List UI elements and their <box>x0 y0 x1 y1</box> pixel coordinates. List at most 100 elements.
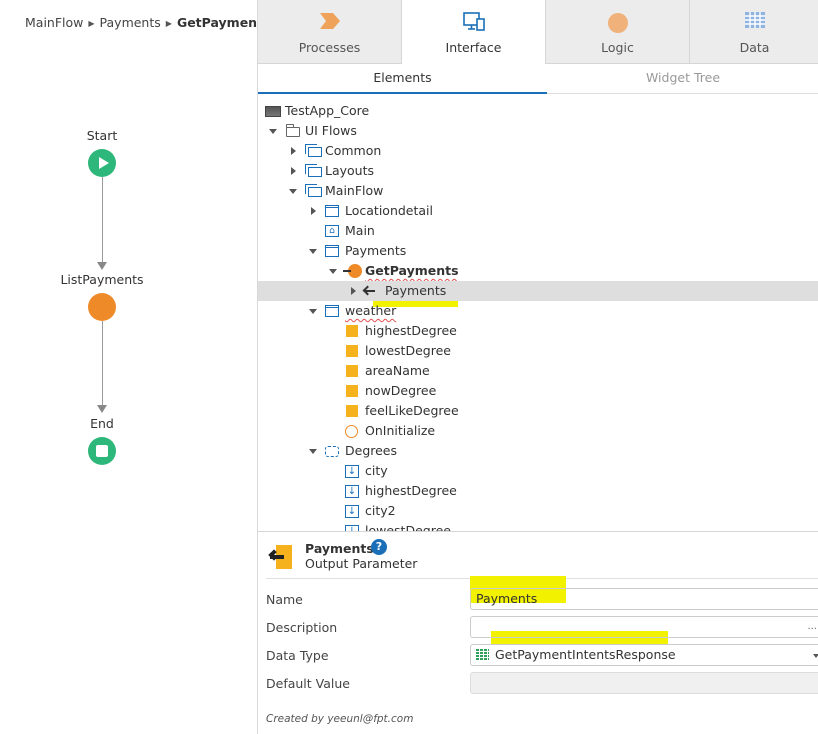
tree-item-getpayments[interactable]: GetPayments <box>258 261 818 281</box>
tree-item-ui-flows[interactable]: UI Flows <box>258 121 818 141</box>
tree-item-layouts[interactable]: Layouts <box>258 161 818 181</box>
tree-item-main[interactable]: ⌂ Main <box>258 221 818 241</box>
chevron-down-icon <box>813 654 818 658</box>
screen-icon <box>325 305 339 317</box>
tree-item-attribute[interactable]: ↓ highestDegree <box>258 481 818 501</box>
tab-interface[interactable]: Interface <box>402 0 546 65</box>
tree-item-common[interactable]: Common <box>258 141 818 161</box>
tree-item-label: GetPayments <box>365 263 459 278</box>
action-node-label: ListPayments <box>60 272 144 287</box>
breadcrumb-item-mainflow[interactable]: MainFlow <box>25 15 83 30</box>
attribute-icon: ↓ <box>345 465 359 478</box>
folder-icon <box>286 124 300 137</box>
collapse-arrow-icon[interactable] <box>348 281 358 301</box>
expand-arrow-icon[interactable] <box>268 121 278 141</box>
local-variable-icon <box>346 325 358 337</box>
service-studio-panel: Processes Interface Logic Data Elements … <box>257 0 818 734</box>
tab-logic[interactable]: Logic <box>546 0 690 64</box>
breadcrumb-separator-icon: ▶ <box>165 19 172 28</box>
tree-item-label: Payments <box>385 283 447 298</box>
tree-item-label: lowestDegree <box>365 343 451 358</box>
help-icon[interactable]: ? <box>371 539 387 555</box>
logic-circle-icon <box>607 13 628 33</box>
expand-arrow-icon[interactable] <box>308 241 318 261</box>
data-grid-icon <box>744 12 765 28</box>
expand-arrow-icon[interactable] <box>328 261 338 281</box>
expand-arrow-icon[interactable] <box>308 441 318 461</box>
output-parameter-icon <box>364 284 378 298</box>
data-type-select[interactable]: GetPaymentIntentsResponse <box>470 644 818 666</box>
name-field[interactable]: Payments <box>470 588 818 610</box>
output-parameter-icon <box>268 545 292 569</box>
properties-subtitle: Output Parameter <box>305 556 418 571</box>
tab-processes[interactable]: Processes <box>258 0 402 64</box>
tree-item-oninitialize[interactable]: OnInitialize <box>258 421 818 441</box>
tree-item-app[interactable]: TestApp_Core <box>258 101 818 121</box>
arrow-down-icon <box>97 405 107 413</box>
tree-item-variable[interactable]: feelLikeDegree <box>258 401 818 421</box>
screen-icon <box>325 205 339 217</box>
tree-item-label: weather <box>345 303 397 318</box>
tree-item-label: Main <box>345 223 375 238</box>
server-action-node-icon[interactable] <box>88 293 116 321</box>
expand-arrow-icon[interactable] <box>308 301 318 321</box>
tree-item-label: MainFlow <box>325 183 384 198</box>
tree-item-weather[interactable]: weather <box>258 301 818 321</box>
tree-item-label: Degrees <box>345 443 398 458</box>
tree-item-degrees[interactable]: Degrees <box>258 441 818 461</box>
expand-arrow-icon[interactable] <box>288 181 298 201</box>
description-field[interactable]: ... <box>470 616 818 638</box>
subtab-widget-tree[interactable]: Widget Tree <box>547 64 818 94</box>
breadcrumb-item-payments[interactable]: Payments <box>100 15 161 30</box>
ui-flow-icon <box>305 164 322 177</box>
tab-label: Data <box>739 40 770 55</box>
end-node-label: End <box>90 416 114 431</box>
tree-item-variable[interactable]: nowDegree <box>258 381 818 401</box>
data-type-label: Data Type <box>266 648 329 663</box>
processes-chevron-icon <box>319 13 340 29</box>
tree-item-payments-screen[interactable]: Payments <box>258 241 818 261</box>
tree-item-attribute[interactable]: ↓ city <box>258 461 818 481</box>
description-label: Description <box>266 620 338 635</box>
more-options-icon[interactable]: ... <box>807 617 817 637</box>
attribute-icon: ↓ <box>345 485 359 498</box>
tree-item-attribute[interactable]: ↓ city2 <box>258 501 818 521</box>
elements-tree[interactable]: TestApp_Core UI Flows Common Layouts Mai… <box>258 101 818 531</box>
tab-data[interactable]: Data <box>690 0 818 64</box>
tree-item-label: Locationdetail <box>345 203 434 218</box>
start-node-icon[interactable] <box>88 149 116 177</box>
start-node-label: Start <box>86 128 118 143</box>
ui-flow-icon <box>305 184 322 197</box>
collapse-arrow-icon[interactable] <box>288 141 298 161</box>
tree-item-attribute[interactable]: ↓ lowestDegree <box>258 521 818 531</box>
properties-panel: Payments ? Output Parameter Name Payment… <box>258 531 818 734</box>
subtab-elements[interactable]: Elements <box>258 64 547 94</box>
tree-item-variable[interactable]: areaName <box>258 361 818 381</box>
collapse-arrow-icon[interactable] <box>308 201 318 221</box>
tree-item-label: nowDegree <box>365 383 437 398</box>
tree-item-mainflow[interactable]: MainFlow <box>258 181 818 201</box>
data-action-icon <box>343 264 362 278</box>
tree-item-locationdetail[interactable]: Locationdetail <box>258 201 818 221</box>
tree-item-label: OnInitialize <box>365 423 436 438</box>
flow-connector <box>102 177 103 263</box>
sub-tabs: Elements Widget Tree <box>258 64 818 94</box>
tree-item-label: areaName <box>365 363 430 378</box>
tree-item-variable[interactable]: lowestDegree <box>258 341 818 361</box>
local-variable-icon <box>346 385 358 397</box>
tree-item-label: highestDegree <box>365 483 457 498</box>
local-variable-icon <box>346 345 358 357</box>
tree-item-variable[interactable]: highestDegree <box>258 321 818 341</box>
ui-flow-icon <box>305 144 322 157</box>
tab-label: Interface <box>445 40 502 55</box>
end-node-icon[interactable] <box>88 437 116 465</box>
created-by-text: Created by yeeunl@fpt.com <box>266 713 414 725</box>
flow-canvas[interactable]: MainFlow ▶ Payments ▶ GetPayments Start List… <box>0 0 271 734</box>
tree-item-label: Layouts <box>325 163 375 178</box>
tree-item-label: city <box>365 463 388 478</box>
tree-item-payments-output[interactable]: Payments <box>258 281 818 301</box>
breadcrumb: MainFlow ▶ Payments ▶ GetPayments <box>25 15 271 30</box>
collapse-arrow-icon[interactable] <box>288 161 298 181</box>
tab-label: Processes <box>298 40 361 55</box>
attribute-icon: ↓ <box>345 505 359 518</box>
